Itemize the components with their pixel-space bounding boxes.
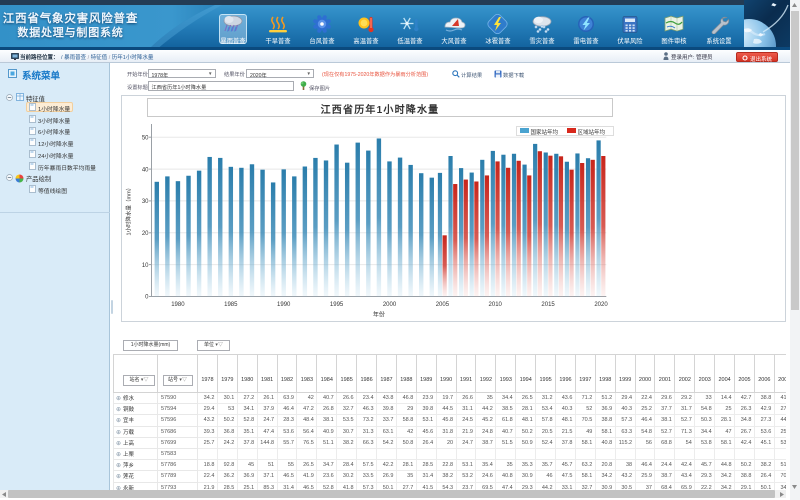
svg-text:2015: 2015 <box>541 302 555 308</box>
svg-text:1995: 1995 <box>329 302 343 308</box>
svg-text:2020: 2020 <box>594 302 608 308</box>
svg-text:20: 20 <box>141 231 148 237</box>
svg-text:0: 0 <box>145 294 149 300</box>
svg-text:1990: 1990 <box>277 302 291 308</box>
svg-text:1985: 1985 <box>224 302 238 308</box>
svg-text:2010: 2010 <box>488 302 502 308</box>
svg-text:40: 40 <box>141 167 148 173</box>
svg-text:30: 30 <box>141 199 148 205</box>
svg-text:2000: 2000 <box>382 302 396 308</box>
svg-text:2005: 2005 <box>435 302 449 308</box>
svg-text:1小时降水量（mm）: 1小时降水量（mm） <box>124 184 132 235</box>
svg-text:50: 50 <box>141 135 148 141</box>
svg-text:10: 10 <box>141 262 148 268</box>
svg-text:1980: 1980 <box>171 302 185 308</box>
svg-text:年份: 年份 <box>372 310 384 318</box>
